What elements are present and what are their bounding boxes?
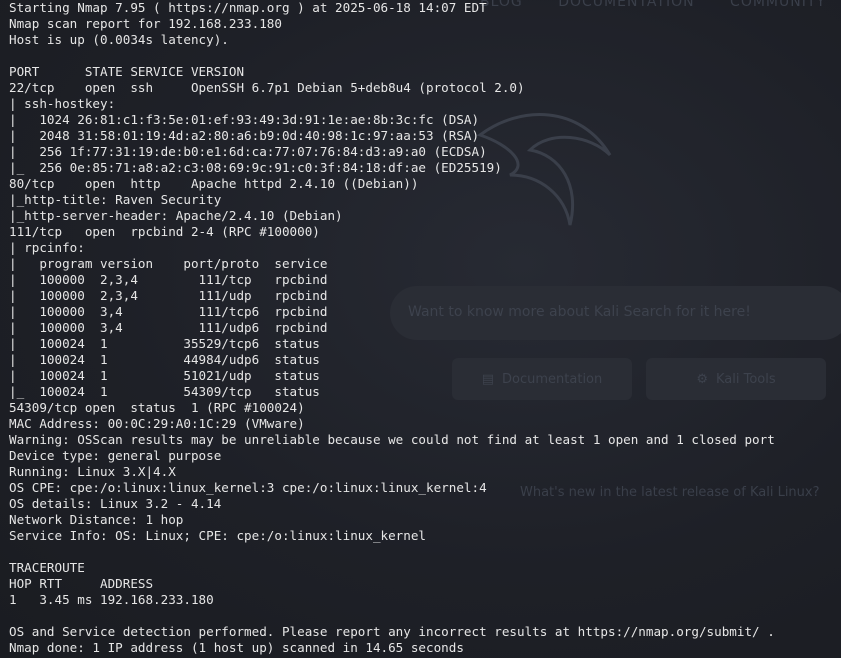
terminal-line: Running: Linux 3.X|4.X (9, 464, 176, 479)
terminal-line: 1 3.45 ms 192.168.233.180 (9, 592, 214, 607)
terminal-line: TRACEROUTE (9, 560, 85, 575)
terminal-line: |_http-title: Raven Security (9, 192, 222, 207)
terminal-line: OS details: Linux 3.2 - 4.14 (9, 496, 222, 511)
terminal-window[interactable]: BLOG DOCUMENTATION COMMUNITY Want to kno… (0, 0, 841, 658)
terminal-output[interactable]: Starting Nmap 7.95 ( https://nmap.org ) … (9, 0, 775, 656)
terminal-line: 80/tcp open http Apache httpd 2.4.10 ((D… (9, 176, 419, 191)
terminal-line: PORT STATE SERVICE VERSION (9, 64, 245, 79)
terminal-line: | 100000 3,4 111/tcp6 rpcbind (9, 304, 328, 319)
terminal-line: |_http-server-header: Apache/2.4.10 (Deb… (9, 208, 343, 223)
terminal-line: Nmap scan report for 192.168.233.180 (9, 16, 282, 31)
terminal-line: |_ 256 0e:85:71:a8:a2:c3:08:69:9c:91:c0:… (9, 160, 502, 175)
terminal-line: OS CPE: cpe:/o:linux:linux_kernel:3 cpe:… (9, 480, 487, 495)
terminal-line: Network Distance: 1 hop (9, 512, 184, 527)
terminal-line: | 100000 2,3,4 111/udp rpcbind (9, 288, 328, 303)
terminal-line: Starting Nmap 7.95 ( https://nmap.org ) … (9, 0, 487, 15)
terminal-line: Device type: general purpose (9, 448, 222, 463)
terminal-line: Service Info: OS: Linux; CPE: cpe:/o:lin… (9, 528, 427, 543)
terminal-line: 111/tcp open rpcbind 2-4 (RPC #100000) (9, 224, 320, 239)
terminal-line: | 256 1f:77:31:19:de:b0:e1:6d:ca:77:07:7… (9, 144, 487, 159)
terminal-line: 54309/tcp open status 1 (RPC #100024) (9, 400, 305, 415)
terminal-line: | program version port/proto service (9, 256, 328, 271)
terminal-line: | 100024 1 51021/udp status (9, 368, 320, 383)
terminal-line: HOP RTT ADDRESS (9, 576, 154, 591)
terminal-line: Warning: OSScan results may be unreliabl… (9, 432, 775, 447)
terminal-line: OS and Service detection performed. Plea… (9, 624, 775, 639)
terminal-line: | 2048 31:58:01:19:4d:a2:80:a6:b9:0d:40:… (9, 128, 480, 143)
terminal-line: | 100024 1 35529/tcp6 status (9, 336, 320, 351)
terminal-line: | ssh-hostkey: (9, 96, 116, 111)
terminal-line: |_ 100024 1 54309/tcp status (9, 384, 320, 399)
terminal-line: | 100000 3,4 111/udp6 rpcbind (9, 320, 328, 335)
terminal-line: | rpcinfo: (9, 240, 85, 255)
terminal-line: Host is up (0.0034s latency). (9, 32, 229, 47)
terminal-line: | 1024 26:81:c1:f3:5e:01:ef:93:49:3d:91:… (9, 112, 480, 127)
terminal-line: Nmap done: 1 IP address (1 host up) scan… (9, 640, 464, 655)
terminal-line: MAC Address: 00:0C:29:A0:1C:29 (VMware) (9, 416, 305, 431)
terminal-line: 22/tcp open ssh OpenSSH 6.7p1 Debian 5+d… (9, 80, 525, 95)
terminal-line: | 100024 1 44984/udp6 status (9, 352, 320, 367)
terminal-line: | 100000 2,3,4 111/tcp rpcbind (9, 272, 328, 287)
